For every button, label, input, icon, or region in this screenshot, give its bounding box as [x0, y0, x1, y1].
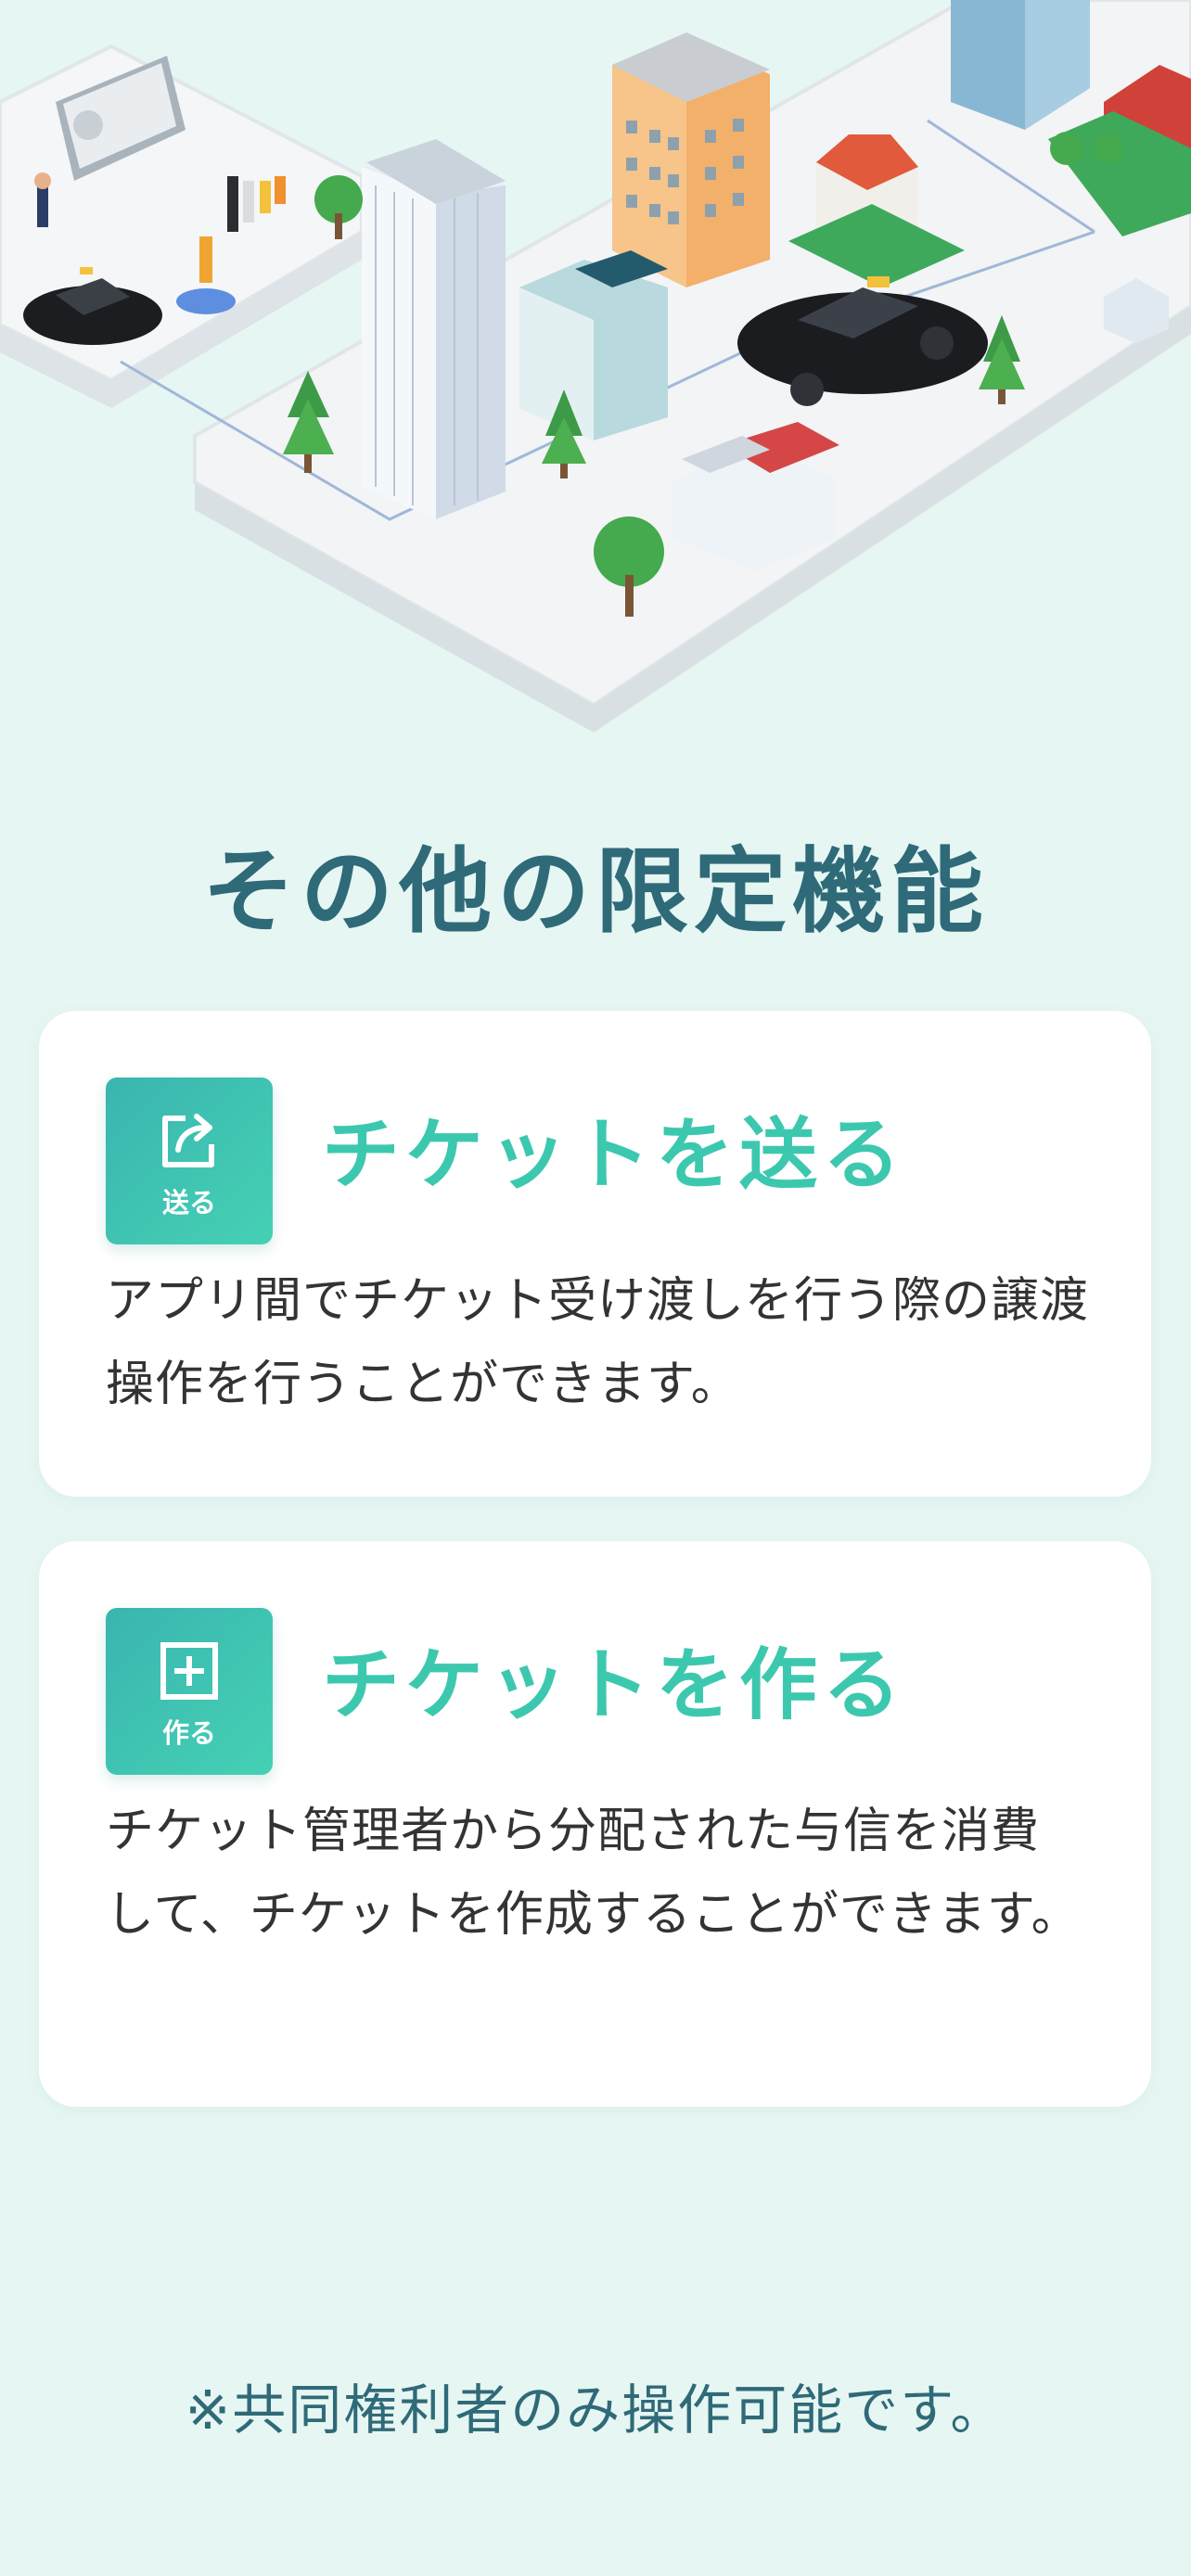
send-badge: 送る [106, 1078, 273, 1244]
send-ticket-description: アプリ間でチケット受け渡しを行う際の譲渡操作を行うことができます。 [106, 1273, 1090, 1412]
share-icon [162, 1114, 214, 1167]
feature-card-send: 送る チケットを送る アプリ間でチケット受け渡しを行う際の譲渡操作を行うことがで… [39, 1011, 1151, 1497]
send-ticket-title: チケットを送る [322, 1109, 907, 1200]
footnote: ※共同権利者のみ操作可能です。 [185, 2378, 1006, 2442]
section-title: その他の限定機能 [202, 837, 989, 946]
apartment-graphic [612, 32, 770, 287]
feature-card-create: 作る チケットを作る チケット管理者から分配された与信を消費して、チケットを作成… [39, 1541, 1151, 2107]
create-badge-label: 作る [161, 1717, 216, 1749]
plus-square-icon [160, 1642, 218, 1700]
create-ticket-description: チケット管理者から分配された与信を消費して、チケットを作成することができます。 [106, 1804, 1081, 1943]
skyscraper-graphic [362, 139, 506, 519]
create-badge: 作る [106, 1608, 273, 1775]
send-badge-label: 送る [161, 1187, 216, 1218]
city-illustration [0, 0, 1191, 733]
create-ticket-title: チケットを作る [322, 1639, 907, 1730]
